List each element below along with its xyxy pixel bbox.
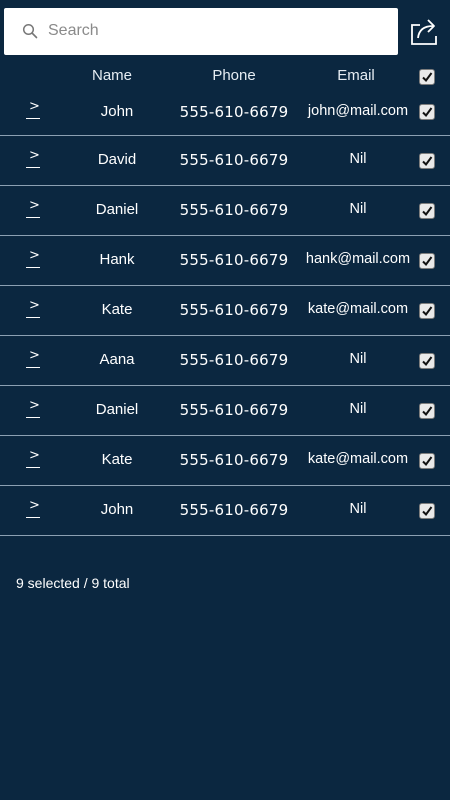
row-phone: 555-610-6679: [179, 401, 289, 419]
row-checkbox[interactable]: [419, 353, 435, 369]
checkmark-icon: [422, 456, 433, 467]
search-icon: [22, 23, 38, 39]
row-name: Kate: [101, 301, 133, 318]
expand-row-button[interactable]: >: [24, 99, 42, 121]
chevron-right-icon: >: [29, 99, 40, 114]
row-phone: 555-610-6679: [179, 201, 289, 219]
row-email: hank@mail.com: [305, 251, 411, 267]
share-icon: [407, 19, 441, 52]
row-phone: 555-610-6679: [179, 501, 289, 519]
row-email: Nil: [349, 351, 367, 367]
chevron-underline: [26, 118, 40, 119]
table-row[interactable]: > Hank 555-610-6679 hank@mail.com: [0, 236, 450, 286]
row-name: Aana: [99, 351, 135, 368]
row-name: John: [100, 103, 134, 120]
row-phone: 555-610-6679: [179, 251, 289, 269]
table-row[interactable]: > Kate 555-610-6679 kate@mail.com: [0, 286, 450, 336]
row-checkbox[interactable]: [419, 453, 435, 469]
chevron-right-icon: >: [29, 348, 40, 363]
expand-row-button[interactable]: >: [24, 148, 42, 170]
checkmark-icon: [422, 406, 433, 417]
chevron-right-icon: >: [29, 298, 40, 313]
table-row[interactable]: > John 555-610-6679 john@mail.com: [0, 87, 450, 136]
table-row[interactable]: > Aana 555-610-6679 Nil: [0, 336, 450, 386]
row-checkbox[interactable]: [419, 104, 435, 120]
checkmark-icon: [422, 356, 433, 367]
chevron-right-icon: >: [29, 248, 40, 263]
checkmark-icon: [422, 107, 433, 118]
row-name: Daniel: [95, 201, 139, 218]
row-name: David: [97, 151, 137, 168]
chevron-right-icon: >: [29, 498, 40, 513]
chevron-underline: [26, 367, 40, 368]
row-checkbox[interactable]: [419, 203, 435, 219]
row-email: kate@mail.com: [307, 301, 409, 317]
row-checkbox[interactable]: [419, 503, 435, 519]
header-phone: Phone: [212, 67, 256, 84]
share-button[interactable]: [407, 14, 441, 48]
expand-row-button[interactable]: >: [24, 348, 42, 370]
select-all-checkbox[interactable]: [419, 69, 435, 85]
row-name: John: [100, 501, 134, 518]
checkmark-icon: [422, 256, 433, 267]
row-phone: 555-610-6679: [179, 351, 289, 369]
expand-row-button[interactable]: >: [24, 298, 42, 320]
row-checkbox[interactable]: [419, 403, 435, 419]
search-box[interactable]: [4, 8, 398, 55]
chevron-underline: [26, 167, 40, 168]
contact-list: > John 555-610-6679 john@mail.com > David 555-…: [0, 87, 450, 536]
row-name: Daniel: [95, 401, 139, 418]
top-bar: [0, 0, 450, 60]
table-row[interactable]: > Kate 555-610-6679 kate@mail.com: [0, 436, 450, 486]
table-row[interactable]: > Daniel 555-610-6679 Nil: [0, 186, 450, 236]
row-phone: 555-610-6679: [179, 301, 289, 319]
chevron-right-icon: >: [29, 448, 40, 463]
chevron-underline: [26, 267, 40, 268]
expand-row-button[interactable]: >: [24, 248, 42, 270]
checkmark-icon: [422, 506, 433, 517]
row-email: john@mail.com: [307, 103, 409, 119]
header-email: Email: [337, 67, 375, 84]
checkmark-icon: [422, 156, 433, 167]
row-phone: 555-610-6679: [179, 103, 289, 121]
row-email: Nil: [349, 401, 367, 417]
row-email: Nil: [349, 501, 367, 517]
checkmark-icon: [422, 306, 433, 317]
expand-row-button[interactable]: >: [24, 498, 42, 520]
table-row[interactable]: > John 555-610-6679 Nil: [0, 486, 450, 536]
expand-row-button[interactable]: >: [24, 198, 42, 220]
selection-summary: 9 selected / 9 total: [16, 575, 130, 591]
row-email: Nil: [349, 201, 367, 217]
expand-row-button[interactable]: >: [24, 448, 42, 470]
row-name: Hank: [99, 251, 135, 268]
chevron-underline: [26, 317, 40, 318]
row-email: Nil: [349, 151, 367, 167]
checkmark-icon: [422, 72, 433, 83]
chevron-underline: [26, 217, 40, 218]
row-phone: 555-610-6679: [179, 451, 289, 469]
row-checkbox[interactable]: [419, 303, 435, 319]
expand-row-button[interactable]: >: [24, 398, 42, 420]
table-row[interactable]: > David 555-610-6679 Nil: [0, 136, 450, 186]
chevron-underline: [26, 417, 40, 418]
row-checkbox[interactable]: [419, 253, 435, 269]
chevron-right-icon: >: [29, 148, 40, 163]
row-name: Kate: [101, 451, 133, 468]
chevron-underline: [26, 517, 40, 518]
row-email: kate@mail.com: [307, 451, 409, 467]
row-checkbox[interactable]: [419, 153, 435, 169]
chevron-right-icon: >: [29, 398, 40, 413]
table-row[interactable]: > Daniel 555-610-6679 Nil: [0, 386, 450, 436]
chevron-underline: [26, 467, 40, 468]
header-name: Name: [91, 67, 132, 84]
table-header: Name Phone Email: [0, 62, 450, 90]
chevron-right-icon: >: [29, 198, 40, 213]
checkmark-icon: [422, 206, 433, 217]
search-input[interactable]: [48, 16, 388, 46]
row-phone: 555-610-6679: [179, 151, 289, 169]
